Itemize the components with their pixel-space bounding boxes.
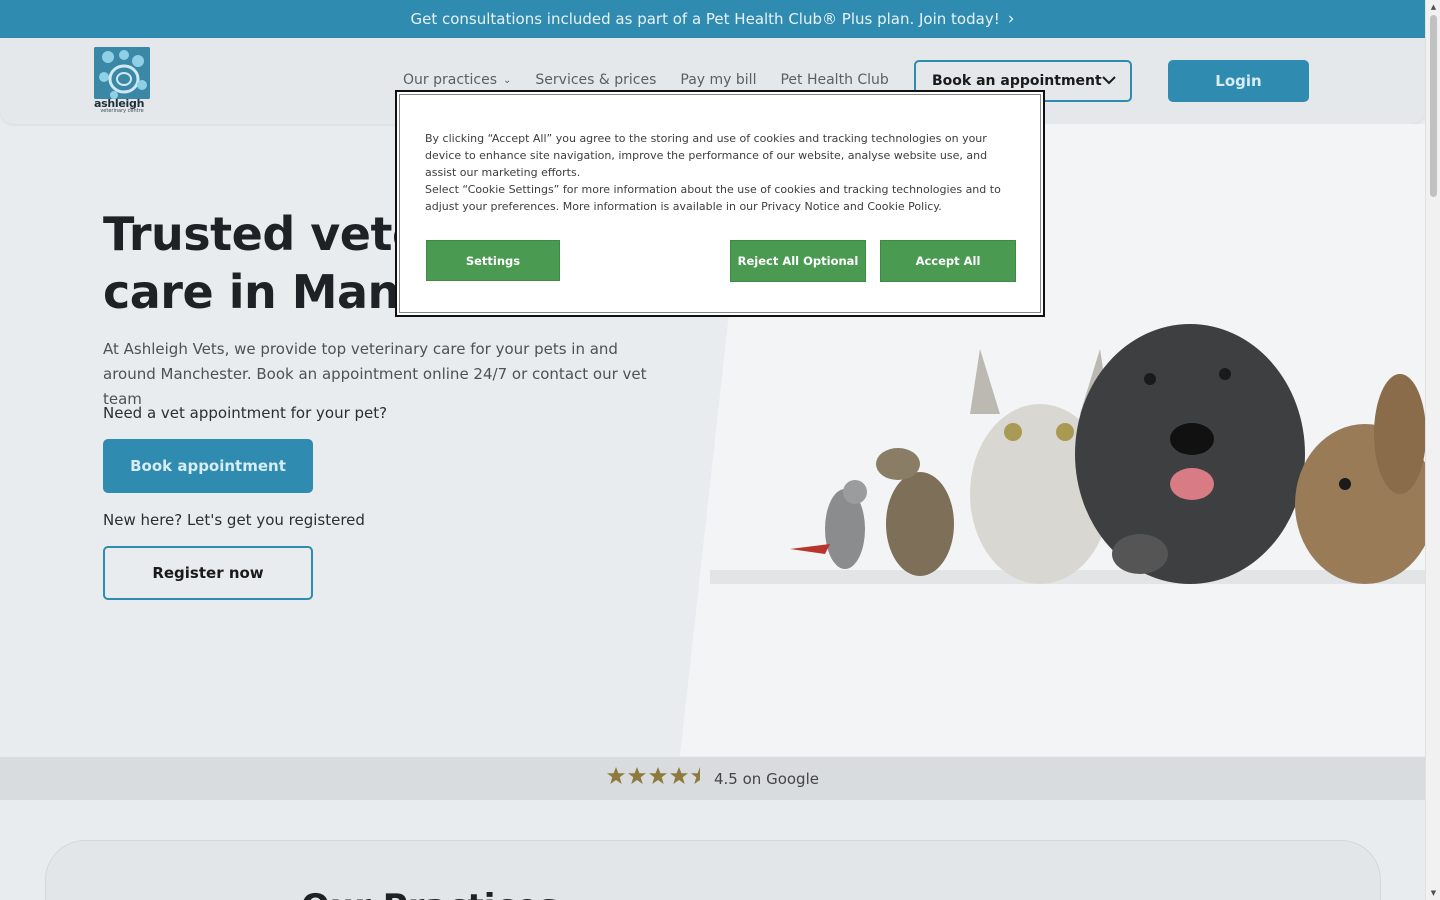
- reject-all-optional-button[interactable]: Reject All Optional: [730, 240, 866, 282]
- cookie-settings-button[interactable]: Settings: [426, 240, 560, 281]
- scrollbar-thumb[interactable]: [1430, 15, 1437, 197]
- scroll-down-icon[interactable]: ▼: [1429, 889, 1438, 897]
- page-scrollbar[interactable]: ▲ ▼: [1425, 0, 1440, 900]
- cookie-text-2: Select “Cookie Settings” for more inform…: [425, 183, 1001, 213]
- scroll-up-icon[interactable]: ▲: [1429, 3, 1438, 11]
- accept-all-button[interactable]: Accept All: [880, 240, 1016, 282]
- cookie-text-1: By clicking “Accept All” you agree to th…: [425, 132, 988, 179]
- cookie-consent-dialog: By clicking “Accept All” you agree to th…: [395, 90, 1045, 317]
